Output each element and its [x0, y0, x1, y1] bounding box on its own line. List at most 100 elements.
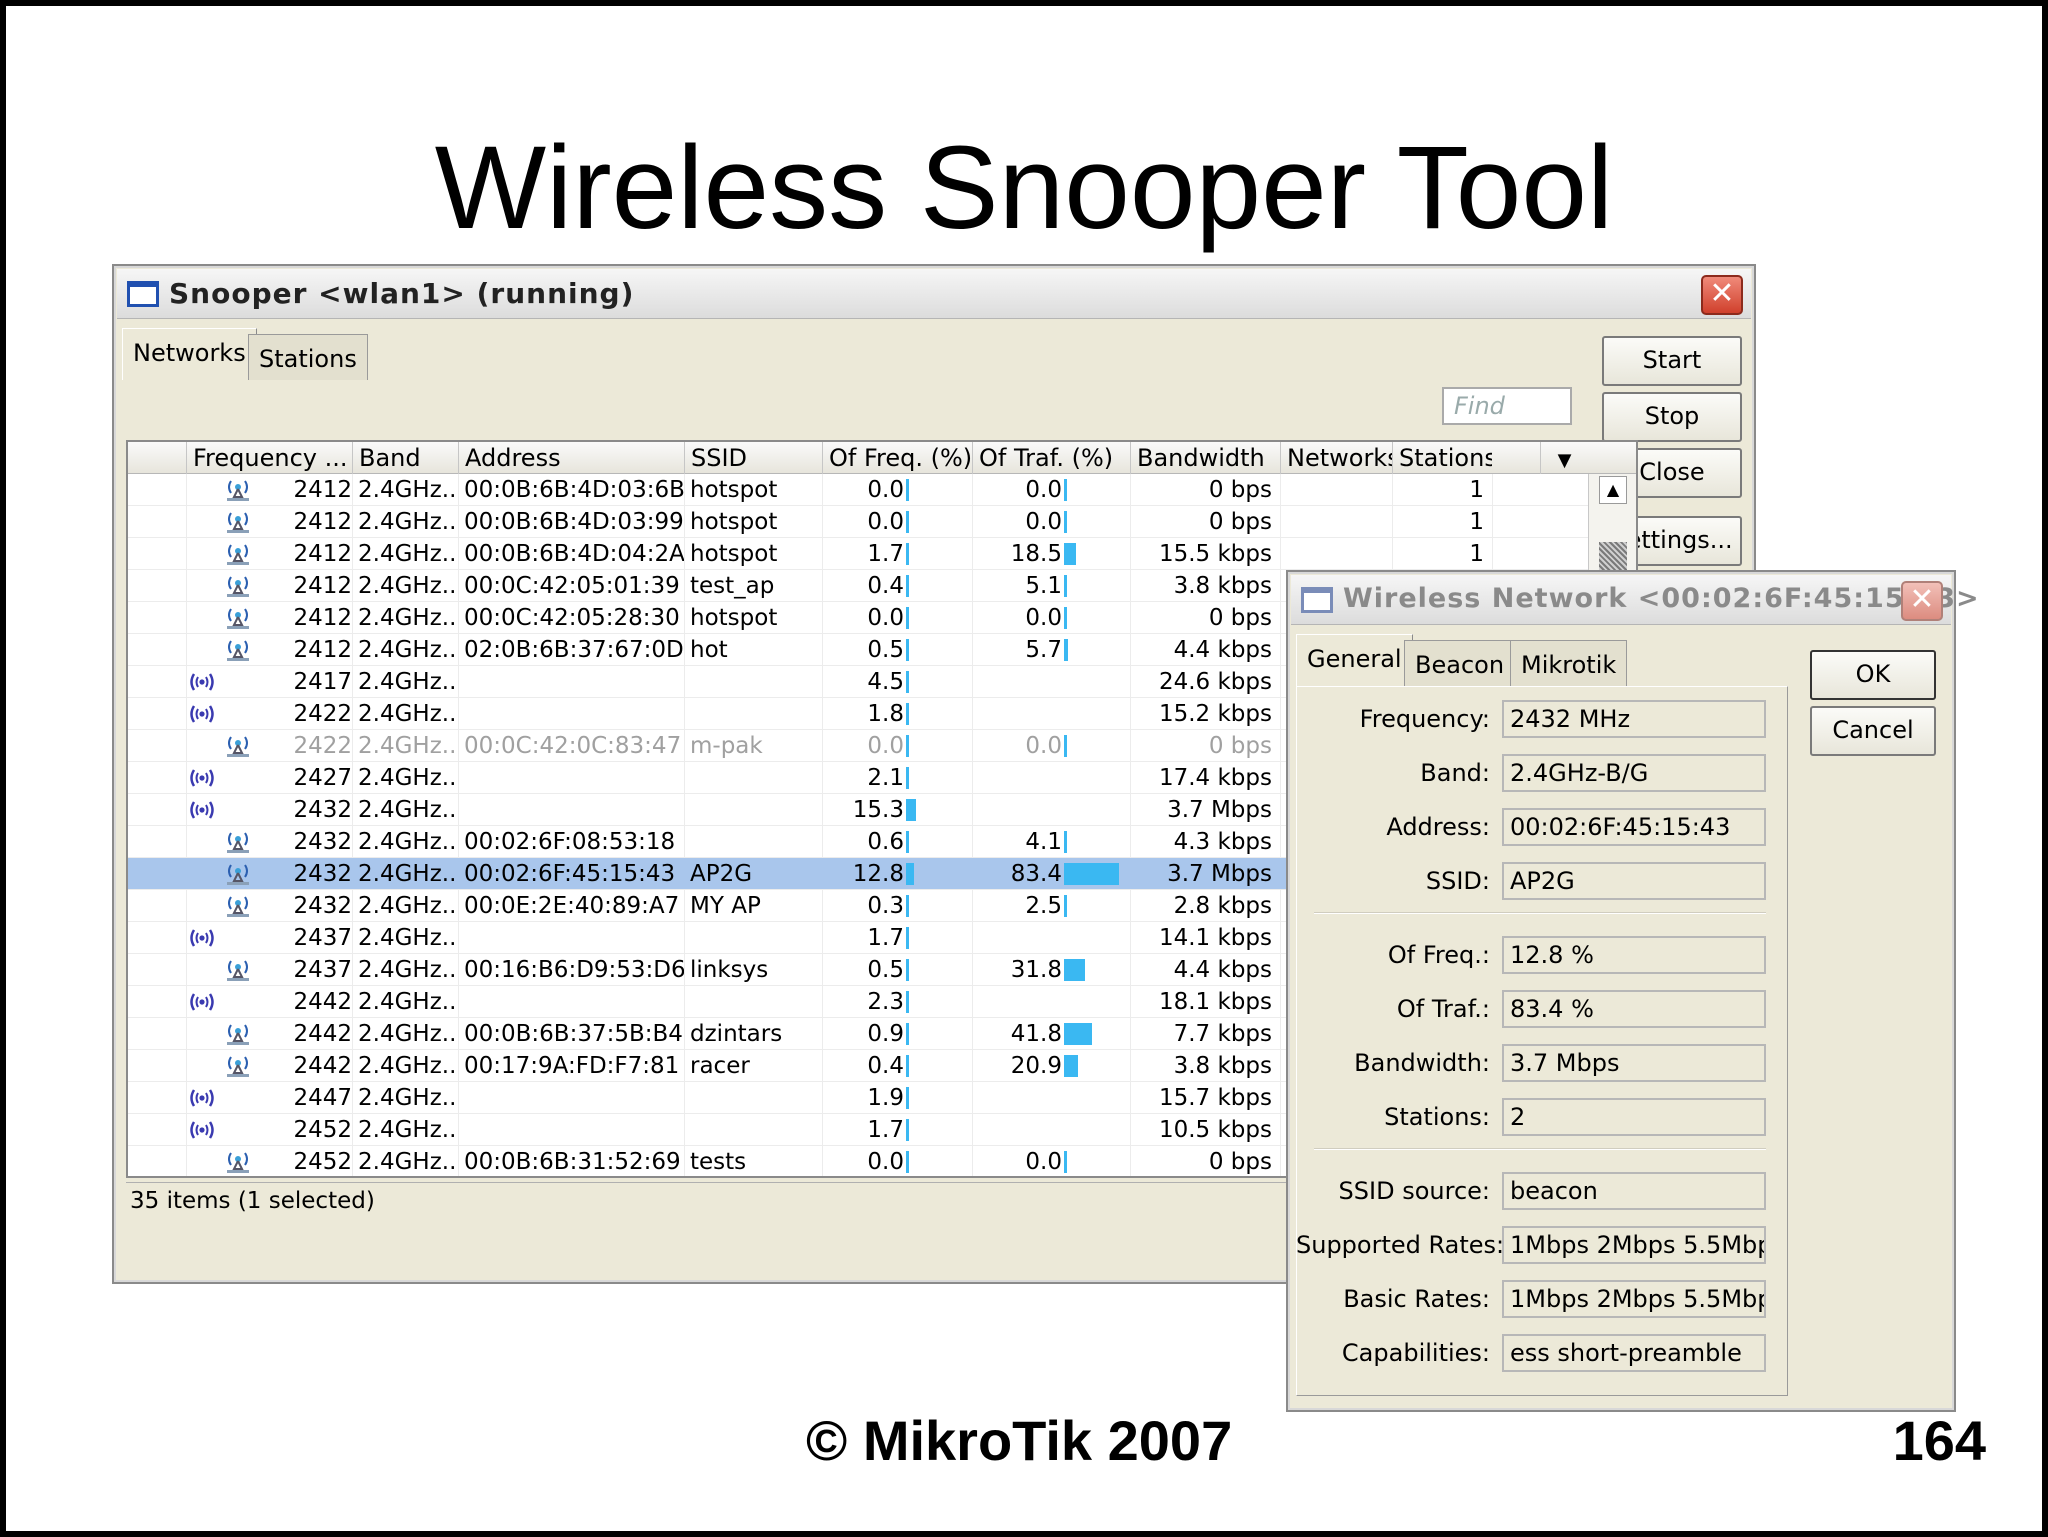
of-traf-bar [1064, 959, 1085, 981]
stop-button[interactable]: Stop [1602, 392, 1742, 442]
of-traf-bar [1064, 735, 1067, 757]
field-value[interactable]: 83.4 % [1502, 990, 1766, 1028]
field-value[interactable]: 3.7 Mbps [1502, 1044, 1766, 1082]
cell-band: 2.4GHz... [358, 989, 458, 1015]
field-value[interactable]: AP2G [1502, 862, 1766, 900]
detail-window-title: Wireless Network <00:02:6F:45:15:43> [1343, 583, 1980, 614]
field-value[interactable]: ess short-preamble [1502, 1334, 1766, 1372]
cell-ssid: hot [690, 637, 728, 663]
close-icon[interactable]: ✕ [1901, 581, 1943, 621]
find-input[interactable]: Find [1442, 387, 1572, 425]
col-of-traf[interactable]: Of Traf. (%) [972, 442, 1130, 474]
cell-address: 00:02:6F:45:15:43 [464, 861, 676, 887]
snooper-titlebar[interactable]: Snooper <wlan1> (running) ✕ [117, 269, 1751, 319]
cell-of-freq: 0.0 [867, 605, 904, 631]
cell-of-traf [972, 666, 1062, 698]
cell-address [464, 922, 684, 954]
cell-of-freq: 2.1 [867, 765, 904, 791]
tab-stations-label: Stations [259, 345, 357, 373]
col-band[interactable]: Band [352, 442, 458, 474]
tab-general[interactable]: General [1296, 634, 1413, 686]
ok-button[interactable]: OK [1810, 650, 1936, 700]
col-frequency[interactable]: Frequency ... ▲ [186, 442, 352, 474]
cell-of-traf [972, 698, 1062, 730]
of-freq-bar [906, 671, 909, 693]
col-address-label: Address [465, 444, 561, 472]
cancel-button[interactable]: Cancel [1810, 706, 1936, 756]
col-ssid[interactable]: SSID [684, 442, 822, 474]
cell-bandwidth: 0 bps [1208, 1149, 1272, 1175]
col-frequency-label: Frequency ... [193, 444, 348, 472]
field-label: Basic Rates: [1343, 1285, 1490, 1313]
field-value[interactable]: 00:02:6F:45:15:43 [1502, 808, 1766, 846]
cell-of-freq: 1.7 [867, 925, 904, 951]
cell-band: 2.4GHz... [358, 477, 458, 503]
cell-ssid [690, 762, 822, 794]
close-icon[interactable]: ✕ [1701, 275, 1743, 315]
of-freq-bar [906, 895, 909, 917]
cell-band: 2.4GHz... [358, 573, 458, 599]
cell-band: 2.4GHz... [358, 509, 458, 535]
cell-of-freq: 0.0 [867, 477, 904, 503]
cell-frequency: 2442 [293, 1053, 352, 1079]
of-freq-bar [906, 543, 909, 565]
tab-beacon[interactable]: Beacon [1404, 640, 1516, 686]
scroll-up-icon[interactable]: ▲ [1599, 476, 1627, 504]
col-bandwidth[interactable]: Bandwidth [1130, 442, 1280, 474]
cell-frequency: 2432 [293, 861, 352, 887]
table-row[interactable]: 2412 2.4GHz... 00:0B:6B:4D:03:99 hotspot 0.0… [128, 506, 1588, 538]
start-button[interactable]: Start [1602, 336, 1742, 386]
field-value[interactable]: 2 [1502, 1098, 1766, 1136]
tab-stations[interactable]: Stations [248, 334, 368, 380]
field-value[interactable]: 2.4GHz-B/G [1502, 754, 1766, 792]
cell-band: 2.4GHz... [358, 637, 458, 663]
cell-of-traf: 0.0 [1025, 477, 1062, 503]
cell-frequency: 2442 [293, 1021, 352, 1047]
tab-networks-label: Networks [133, 339, 246, 367]
cell-bandwidth: 15.7 kbps [1158, 1085, 1272, 1111]
table-row[interactable]: 2412 2.4GHz... 00:0B:6B:4D:04:2A hotspot 1.7… [128, 538, 1588, 570]
detail-titlebar[interactable]: Wireless Network <00:02:6F:45:15:43> ✕ [1291, 575, 1979, 625]
of-traf-bar [1064, 1151, 1067, 1173]
cell-frequency: 2417 [293, 669, 352, 695]
cell-ssid [690, 1082, 822, 1114]
tab-beacon-label: Beacon [1415, 651, 1505, 679]
cell-address: 00:17:9A:FD:F7:81 [464, 1053, 680, 1079]
col-address[interactable]: Address [458, 442, 684, 474]
cell-address: 00:0E:2E:40:89:A7 [464, 893, 680, 919]
field-value[interactable]: 1Mbps 2Mbps 5.5Mbp... [1502, 1226, 1766, 1264]
cell-band: 2.4GHz... [358, 925, 458, 951]
of-freq-bar [906, 639, 909, 661]
of-freq-bar [906, 1055, 909, 1077]
cell-of-traf [972, 794, 1062, 826]
table-row[interactable]: 2412 2.4GHz... 00:0B:6B:4D:03:6B hotspot 0.0… [128, 474, 1588, 506]
cell-of-traf: 0.0 [1025, 1149, 1062, 1175]
col-of-freq[interactable]: Of Freq. (%) [822, 442, 972, 474]
cell-of-traf: 2.5 [1025, 893, 1062, 919]
snooper-window-title: Snooper <wlan1> (running) [169, 277, 635, 310]
field-label: Of Traf.: [1396, 995, 1490, 1023]
tab-mikrotik[interactable]: Mikrotik [1510, 640, 1628, 686]
field-value[interactable]: 1Mbps 2Mbps 5.5Mbp... [1502, 1280, 1766, 1318]
cell-band: 2.4GHz... [358, 1117, 458, 1143]
of-freq-bar [906, 1087, 909, 1109]
of-freq-bar [906, 831, 909, 853]
of-freq-bar [906, 1023, 909, 1045]
cell-of-traf: 31.8 [1010, 957, 1062, 983]
cell-band: 2.4GHz... [358, 957, 458, 983]
cell-of-freq: 0.0 [867, 509, 904, 535]
field-value[interactable]: 12.8 % [1502, 936, 1766, 974]
column-chooser[interactable]: ▼ [1540, 442, 1588, 474]
cell-of-freq: 0.0 [867, 733, 904, 759]
col-stations[interactable]: Stations [1392, 442, 1492, 474]
of-traf-bar [1064, 607, 1067, 629]
field-value[interactable]: beacon [1502, 1172, 1766, 1210]
field-value[interactable]: 2432 MHz [1502, 700, 1766, 738]
table-header: Frequency ... ▲ Band Address SSID Of Fre… [128, 442, 1636, 474]
cell-ssid: linksys [690, 957, 769, 983]
tab-networks[interactable]: Networks [122, 328, 257, 380]
cell-frequency: 2422 [293, 733, 352, 759]
col-networks[interactable]: Networks [1280, 442, 1392, 474]
cell-of-traf: 5.1 [1025, 573, 1062, 599]
cell-frequency: 2412 [293, 605, 352, 631]
